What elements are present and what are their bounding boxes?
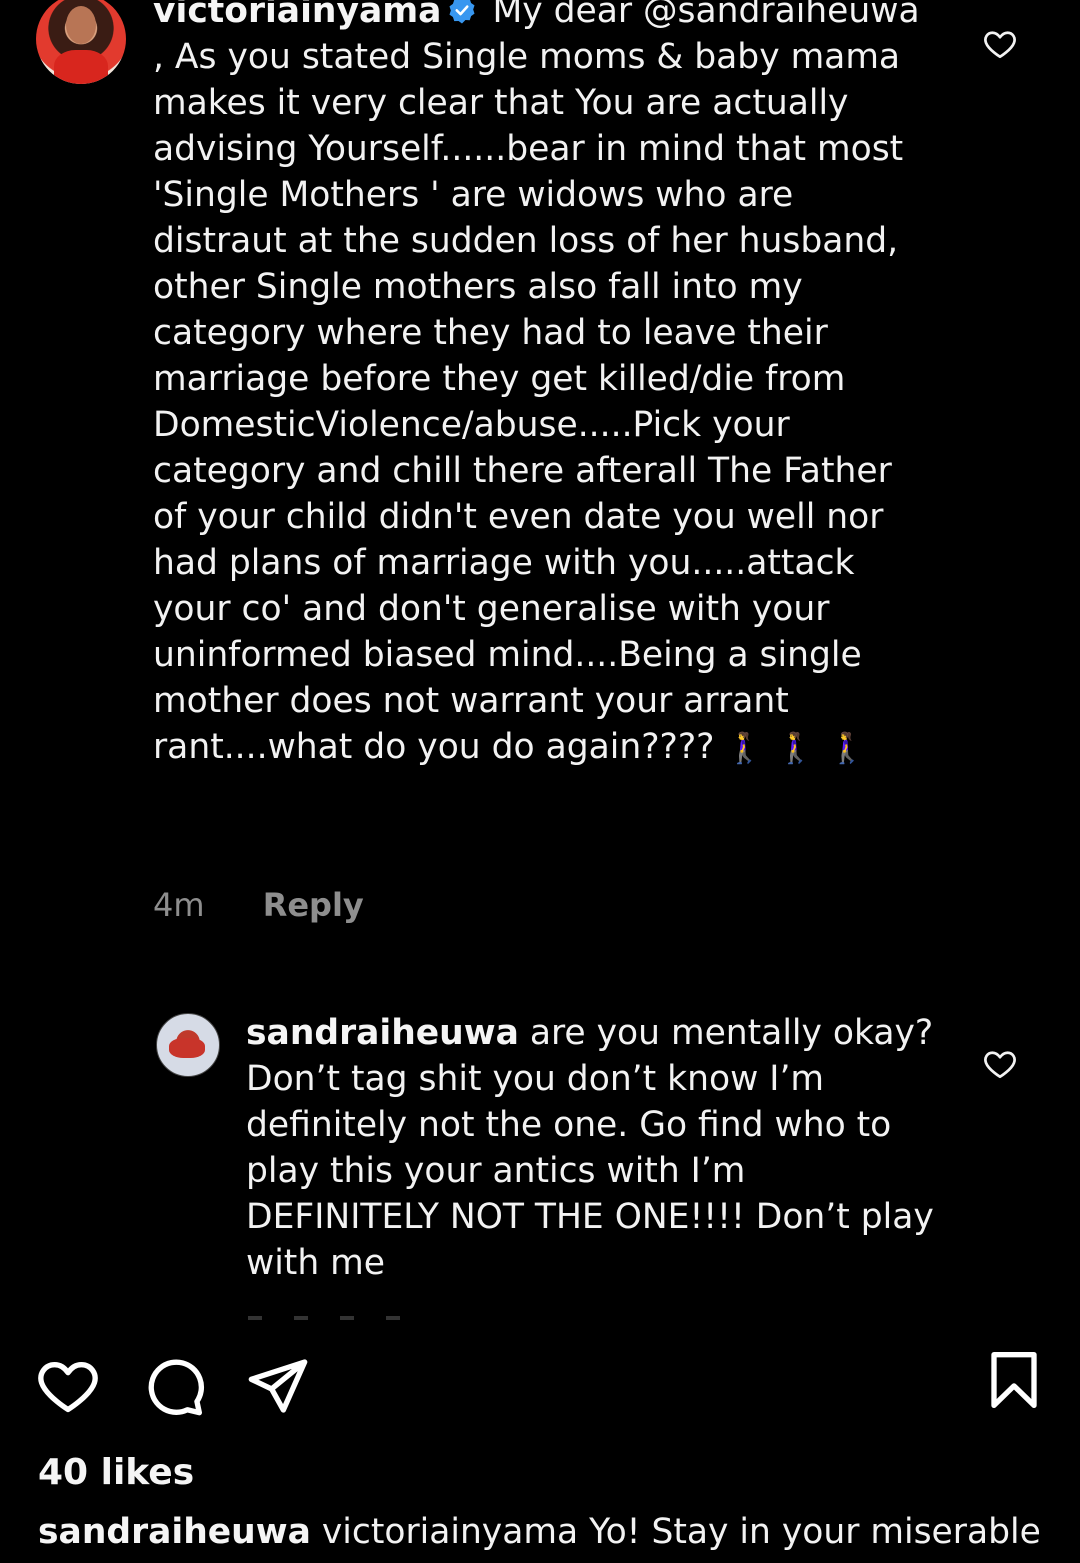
paper-plane-icon[interactable] <box>246 1354 310 1418</box>
comment-like-heart-icon[interactable] <box>982 26 1018 62</box>
reply-button[interactable]: Reply <box>263 886 364 924</box>
avatar-sandraiheuwa[interactable] <box>156 1013 220 1077</box>
comment-time: 4m <box>153 886 205 924</box>
avatar-figure <box>169 1038 205 1058</box>
heart-icon[interactable] <box>36 1354 100 1418</box>
post-caption: sandraiheuwa victoriainyama Yo! Stay in … <box>38 1512 1078 1552</box>
comment-body: My dear @sandraiheuwa , As you stated Si… <box>153 0 920 767</box>
verified-badge-icon <box>449 0 475 24</box>
comment-bubble-icon[interactable] <box>142 1354 206 1418</box>
reply-username[interactable]: sandraiheuwa <box>246 1013 519 1053</box>
walking-emoji: 🚶‍♀️🚶‍♀️🚶‍♀️ <box>725 731 880 766</box>
avatar-dress <box>54 50 108 84</box>
caption-text: victoriainyama Yo! Stay in your miserabl… <box>321 1512 1041 1552</box>
comment-meta: 4m Reply <box>153 886 364 924</box>
likes-count[interactable]: 40 likes <box>38 1452 194 1493</box>
avatar-victoriainyama[interactable] <box>36 0 126 84</box>
caption-username[interactable]: sandraiheuwa <box>38 1512 311 1552</box>
comment-username[interactable]: victoriainyama <box>153 0 441 31</box>
avatar-face <box>66 6 96 44</box>
truncated-text-line <box>248 1316 408 1320</box>
bookmark-icon[interactable] <box>982 1348 1046 1412</box>
comment-reply: sandraiheuwa are you mentally okay? Don’… <box>246 1010 936 1286</box>
comment-main: victoriainyama My dear @sandraiheuwa , A… <box>153 0 933 772</box>
reply-like-heart-icon[interactable] <box>982 1046 1018 1082</box>
reply-body: are you mentally okay? Don’t tag shit yo… <box>246 1013 934 1283</box>
